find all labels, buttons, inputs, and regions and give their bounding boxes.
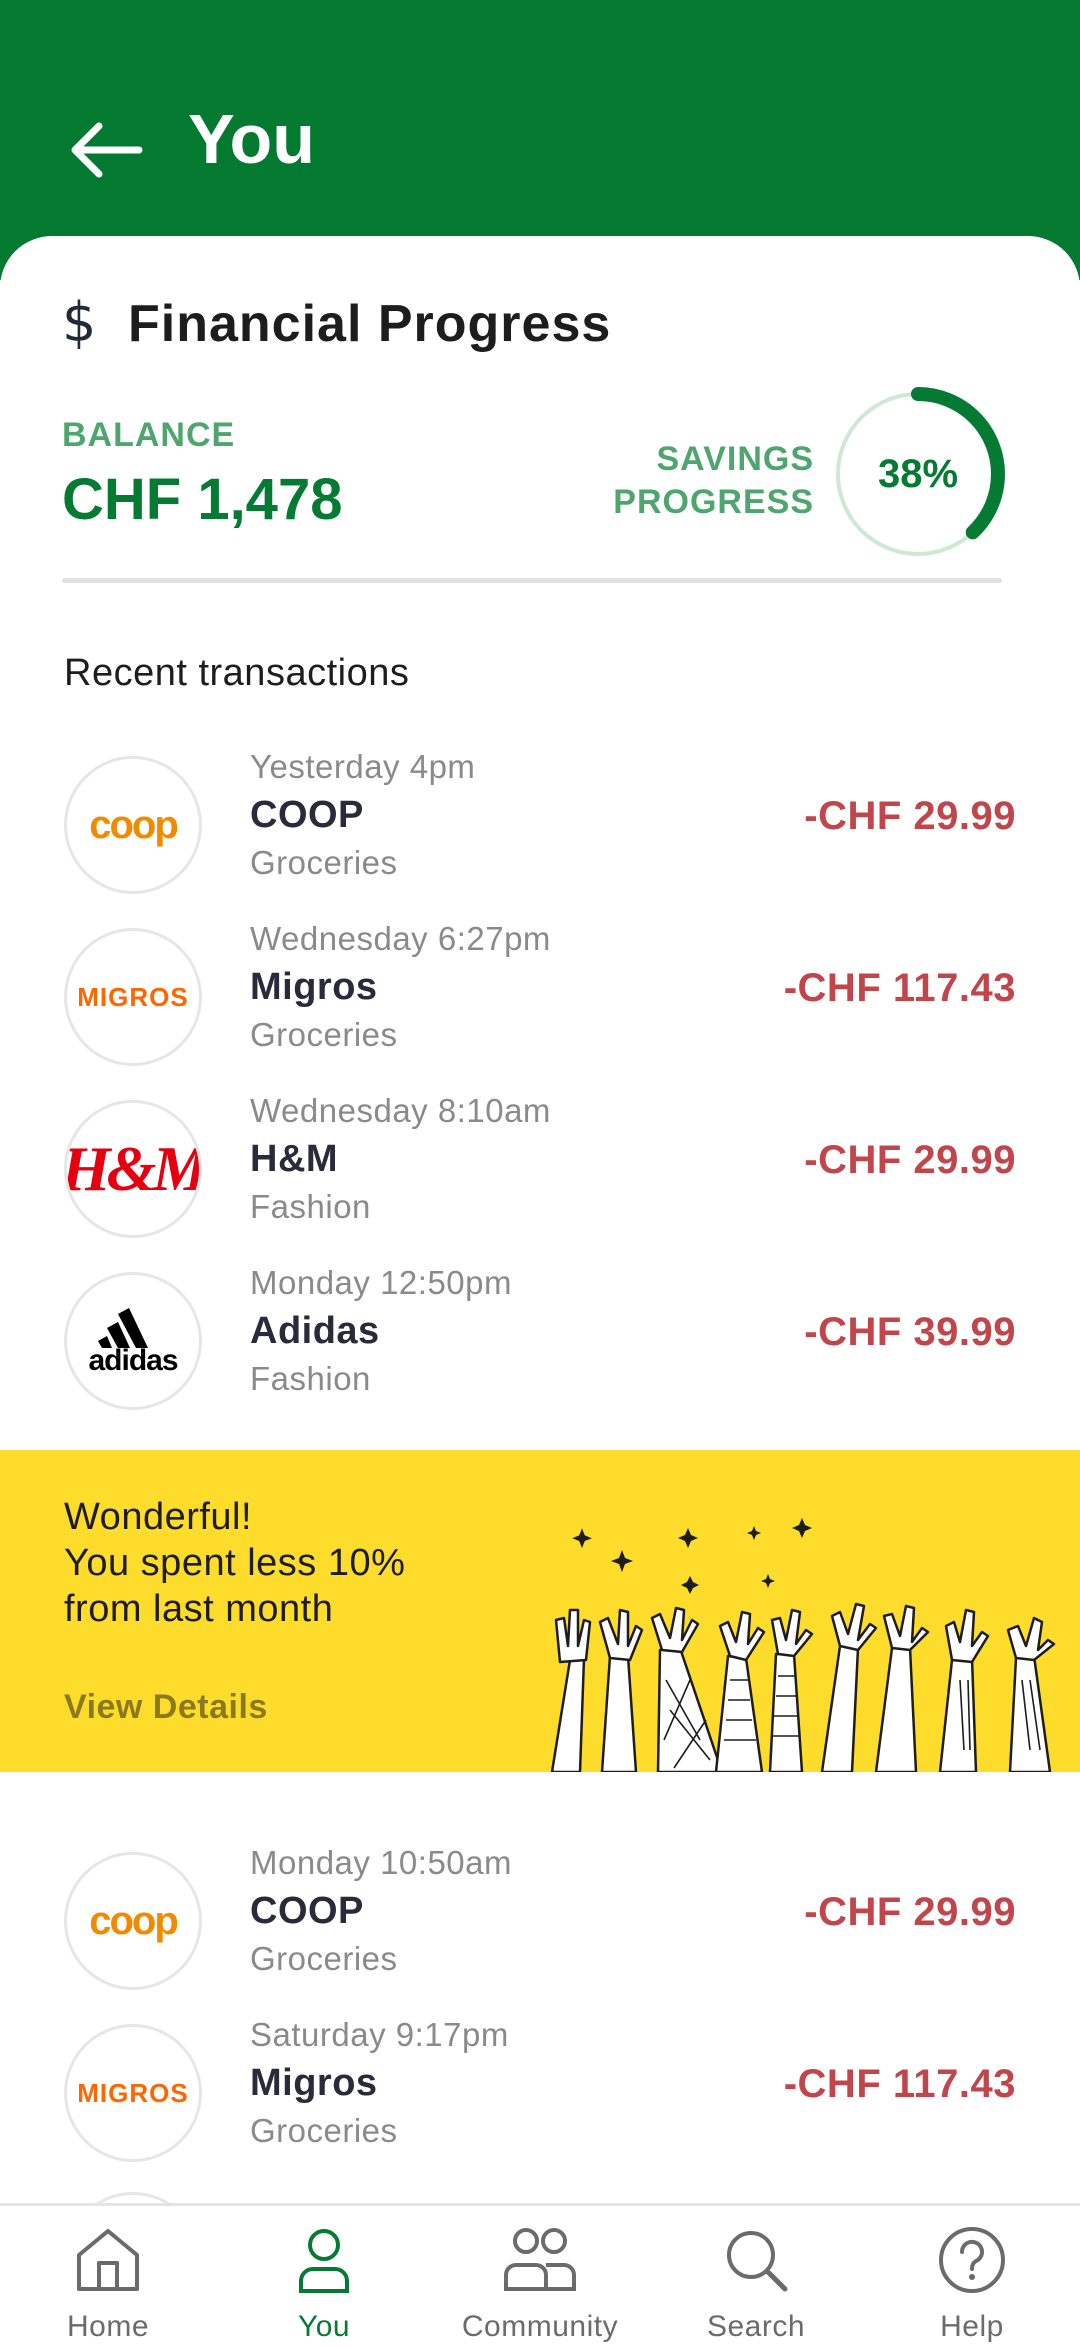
nav-search[interactable]: Search <box>648 2220 864 2348</box>
transaction-row[interactable]: MIGROS Wednesday 6:27pm Migros Groceries… <box>0 920 1080 1070</box>
view-details-link[interactable]: View Details <box>64 1688 268 1727</box>
transaction-time: Monday 12:50pm <box>250 1264 512 1301</box>
logo-partial <box>64 2192 202 2203</box>
transaction-time: Wednesday 6:27pm <box>250 920 551 957</box>
transaction-amount: -CHF 117.43 <box>783 2062 1016 2106</box>
banner-line2: You spent less 10% <box>64 1542 406 1584</box>
savings-banner: Wonderful! You spent less 10% from last … <box>0 1450 1080 1772</box>
coop-logo-text: coop <box>89 1898 179 1943</box>
transaction-amount: -CHF 39.99 <box>804 1310 1016 1354</box>
migros-logo: MIGROS <box>64 928 202 1066</box>
recent-transactions-title: Recent transactions <box>64 652 410 694</box>
transaction-time: Wednesday 8:10am <box>250 1092 551 1129</box>
banner-line3: from last month <box>64 1588 334 1630</box>
migros-logo-text: MIGROS <box>77 2077 189 2108</box>
transaction-merchant: Migros <box>250 966 378 1008</box>
adidas-logo-text: adidas <box>88 1344 178 1377</box>
bottom-navigation: Home You Community Search Help <box>0 2203 1080 2348</box>
banner-message: Wonderful! You spent less 10% from last … <box>64 1494 405 1632</box>
transaction-amount: -CHF 29.99 <box>804 1890 1016 1934</box>
transaction-amount: -CHF 29.99 <box>804 794 1016 838</box>
adidas-logo: adidas <box>64 1272 202 1410</box>
home-icon <box>68 2220 148 2300</box>
transaction-time: Monday 10:50am <box>250 1844 512 1881</box>
transaction-amount: -CHF 29.99 <box>804 1138 1016 1182</box>
transaction-row[interactable]: MIGROS Saturday 9:17pm Migros Groceries … <box>0 2016 1080 2166</box>
migros-logo-text: MIGROS <box>77 981 189 1012</box>
transaction-row[interactable]: coop Monday 10:50am COOP Groceries -CHF … <box>0 1844 1080 1994</box>
transaction-category: Groceries <box>250 2112 398 2149</box>
transaction-category: Groceries <box>250 844 398 881</box>
nav-community-label: Community <box>461 2310 619 2343</box>
balance-value: CHF 1,478 <box>62 467 343 532</box>
transaction-category: Groceries <box>250 1016 398 1053</box>
community-icon <box>500 2220 580 2300</box>
help-icon <box>932 2220 1012 2300</box>
hm-logo-text: H&M <box>64 1133 202 1204</box>
transaction-merchant: Migros <box>250 2062 378 2104</box>
nav-you-label: You <box>297 2310 351 2343</box>
savings-label-line1: SAVINGS <box>656 440 814 478</box>
adidas-stripes-icon <box>97 1308 148 1348</box>
nav-home[interactable]: Home <box>0 2220 216 2348</box>
nav-help[interactable]: Help <box>864 2220 1080 2348</box>
transaction-merchant: Adidas <box>250 1310 380 1352</box>
nav-you[interactable]: You <box>216 2220 432 2348</box>
transaction-row-partial <box>0 2188 1080 2203</box>
transaction-time: Saturday 9:17pm <box>250 2016 509 2053</box>
transaction-row[interactable]: H&M Wednesday 8:10am H&M Fashion -CHF 29… <box>0 1092 1080 1242</box>
transaction-category: Groceries <box>250 1940 398 1977</box>
savings-percent: 38% <box>877 451 959 496</box>
transaction-row[interactable]: coop Yesterday 4pm COOP Groceries -CHF 2… <box>0 748 1080 898</box>
nav-home-label: Home <box>66 2310 150 2343</box>
back-button[interactable] <box>62 110 148 190</box>
divider <box>62 578 1002 583</box>
arrow-left-icon <box>71 122 143 178</box>
adidas-logo-mark: adidas <box>88 1306 179 1377</box>
transaction-merchant: COOP <box>250 794 364 836</box>
financial-progress-title: Financial Progress <box>128 295 612 353</box>
celebrating-hands-illustration <box>550 1518 1056 1772</box>
savings-label-line2: PROGRESS <box>613 483 814 521</box>
person-icon <box>284 2220 364 2300</box>
nav-help-label: Help <box>940 2310 1004 2343</box>
transaction-row[interactable]: adidas Monday 12:50pm Adidas Fashion -CH… <box>0 1264 1080 1414</box>
balance-label: BALANCE <box>62 416 236 454</box>
coop-logo-text: coop <box>89 802 179 847</box>
page-title: You <box>188 100 316 178</box>
nav-search-label: Search <box>706 2310 806 2343</box>
transaction-amount: -CHF 117.43 <box>783 966 1016 1010</box>
dollar-icon: $ <box>62 291 97 354</box>
coop-logo: coop <box>64 1852 202 1990</box>
coop-logo: coop <box>64 756 202 894</box>
banner-line1: Wonderful! <box>64 1496 253 1538</box>
migros-logo: MIGROS <box>64 2024 202 2162</box>
savings-progress-label: SAVINGS PROGRESS <box>613 438 814 524</box>
transaction-time: Yesterday 4pm <box>250 748 476 785</box>
transaction-category: Fashion <box>250 1188 371 1225</box>
search-icon <box>716 2220 796 2300</box>
transaction-category: Fashion <box>250 1360 371 1397</box>
transaction-merchant: COOP <box>250 1890 364 1932</box>
nav-community[interactable]: Community <box>432 2220 648 2348</box>
hm-logo: H&M <box>64 1100 202 1238</box>
transaction-merchant: H&M <box>250 1138 339 1180</box>
